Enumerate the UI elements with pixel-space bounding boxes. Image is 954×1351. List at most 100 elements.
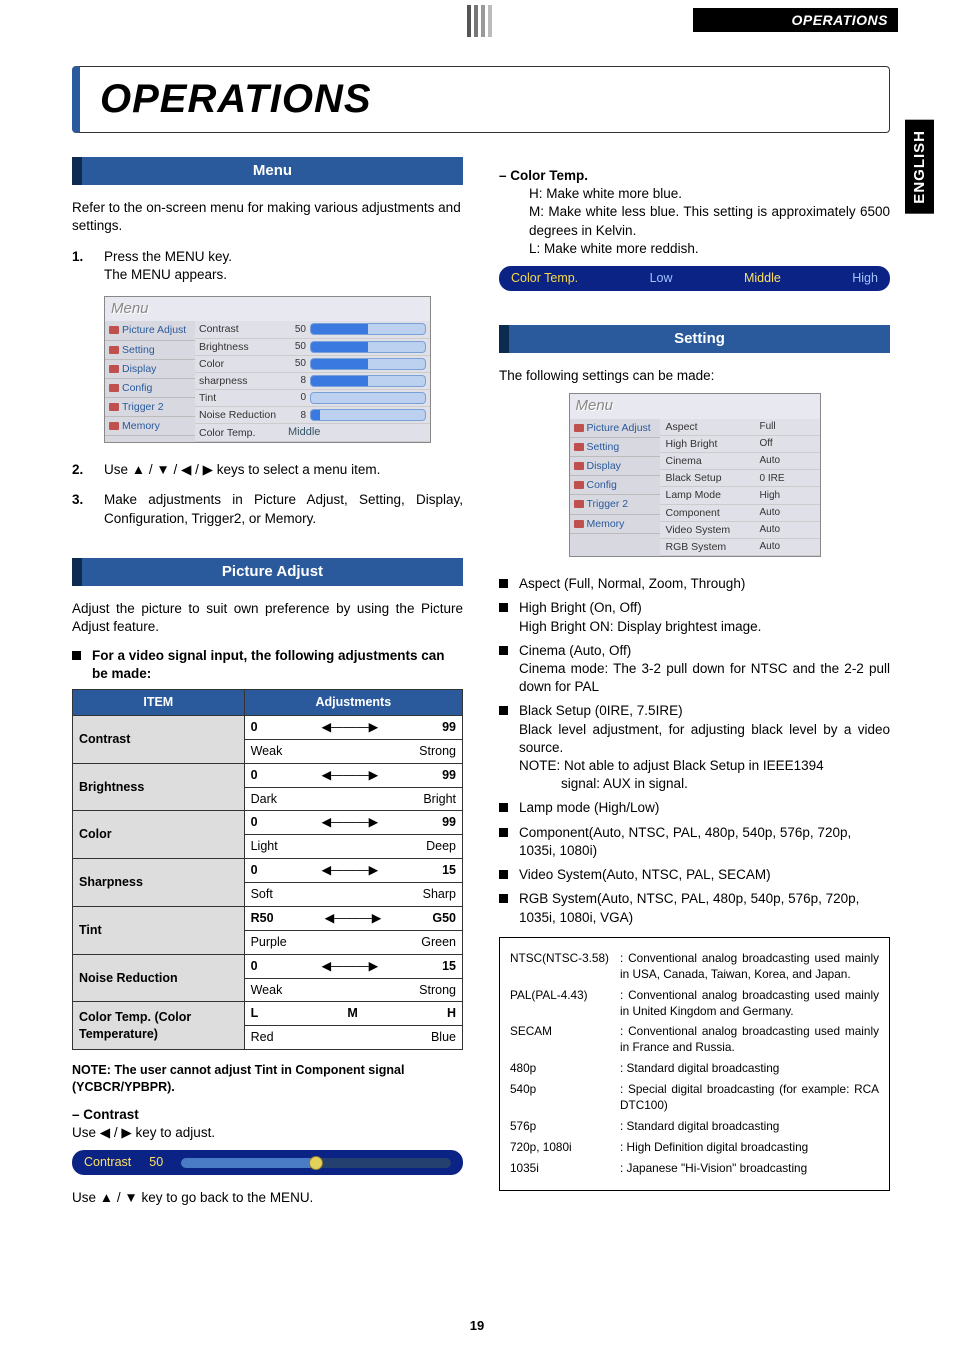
slider-bar: [310, 323, 426, 335]
step1a: Press the MENU key.: [104, 249, 232, 264]
doc-title-wrap: OPERATIONS: [72, 66, 890, 133]
bullet-high-bright: High Bright (On, Off) High Bright ON: Di…: [499, 599, 890, 635]
bullet-video: Video System(Auto, NTSC, PAL, SECAM): [499, 866, 890, 884]
osd-title: Menu: [105, 297, 430, 321]
standards-desc: : Japanese "Hi-Vision" broadcasting: [620, 1161, 879, 1177]
standards-key: SECAM: [510, 1024, 610, 1056]
adjustments-table: ITEM Adjustments Contrast0◀———▶99WeakStr…: [72, 689, 463, 1050]
back-to-menu: Use ▲ / ▼ key to go back to the MENU.: [72, 1189, 463, 1207]
standards-row: 480p: Standard digital broadcasting: [510, 1061, 879, 1077]
menu-icon: [109, 326, 119, 334]
adj-item-name: Tint: [73, 906, 245, 954]
step2: Use ▲ / ▼ / ◀ / ▶ keys to select a menu …: [104, 461, 380, 479]
menu-intro: Refer to the on-screen menu for making v…: [72, 199, 463, 235]
osd-item-label: Component: [666, 506, 756, 520]
menu-icon: [109, 346, 119, 354]
menu-icon: [109, 365, 119, 373]
osd-item-value: Auto: [760, 506, 810, 520]
osd-side-item: Trigger 2: [122, 400, 164, 414]
osd-item-label: High Bright: [666, 437, 756, 451]
osd-side-item: Display: [587, 459, 621, 473]
menu-icon: [109, 384, 119, 392]
osd-item-value: 0 IRE: [760, 472, 810, 486]
standards-box: NTSC(NTSC-3.58): Conventional analog bro…: [499, 937, 890, 1191]
menu-icon: [109, 422, 119, 430]
ct-low: Low: [650, 270, 673, 287]
header-bars-deco: [467, 5, 492, 37]
osd-item-value: Auto: [760, 523, 810, 537]
osd-side-item: Setting: [587, 440, 620, 454]
adj-item-name: Brightness: [73, 763, 245, 811]
osd-item-value: 8: [288, 374, 306, 388]
ct-m: M: Make white less blue. This setting is…: [529, 203, 890, 239]
standards-desc: : High Definition digital broadcasting: [620, 1140, 879, 1156]
right-column: – Color Temp. H: Make white more blue. M…: [499, 157, 890, 1207]
ct-high: High: [852, 270, 878, 287]
standards-desc: : Standard digital broadcasting: [620, 1061, 879, 1077]
osd-picture-adjust: Menu Picture Adjust Setting Display Conf…: [104, 296, 431, 443]
doc-title: OPERATIONS: [100, 77, 869, 122]
standards-key: 576p: [510, 1119, 610, 1135]
slider-bar: [310, 409, 426, 421]
pa-sub: For a video signal input, the following …: [72, 647, 463, 683]
osd-item-value: 50: [288, 357, 306, 371]
bullet-note: High Bright ON: Display brightest image.: [519, 619, 761, 634]
osd-item-value: Auto: [760, 540, 810, 554]
section-setting: Setting: [499, 325, 890, 353]
section-picture-adjust: Picture Adjust: [72, 558, 463, 586]
ct-h: H: Make white more blue.: [529, 185, 890, 203]
osd-item-value: 50: [288, 323, 306, 337]
osd-item-label: Lamp Mode: [666, 488, 756, 502]
adj-range: 0◀———▶99: [244, 811, 462, 835]
step3: Make adjustments in Picture Adjust, Sett…: [104, 491, 463, 527]
osd-item-value: Full: [760, 420, 810, 434]
adj-range: 0◀———▶15: [244, 954, 462, 978]
osd-setting-side: Picture Adjust Setting Display Config Tr…: [570, 419, 660, 556]
standards-desc: : Special digital broadcasting (for exam…: [620, 1082, 879, 1114]
contrast-osd-label: Contrast: [84, 1154, 131, 1171]
standards-desc: : Conventional analog broadcasting used …: [620, 1024, 879, 1056]
osd-item-value: 0: [288, 391, 306, 405]
osd-item-label: Black Setup: [666, 471, 756, 485]
bullet-note: NOTE: Not able to adjust Black Setup in …: [519, 758, 824, 773]
slider-knob-icon: [309, 1156, 323, 1170]
osd-item-value: High: [760, 489, 810, 503]
left-column: Menu Refer to the on-screen menu for mak…: [72, 157, 463, 1207]
bullet-rgb: RGB System(Auto, NTSC, PAL, 480p, 540p, …: [499, 890, 890, 926]
menu-icon: [574, 520, 584, 528]
step1-num: 1.: [72, 248, 94, 284]
contrast-use: Use ◀ / ▶ key to adjust.: [72, 1124, 463, 1142]
adj-range: 0◀———▶99: [244, 763, 462, 787]
pa-intro: Adjust the picture to suit own preferenc…: [72, 600, 463, 636]
bullet-note: Cinema mode: The 3-2 pull down for NTSC …: [519, 660, 890, 696]
standards-row: SECAM : Conventional analog broadcasting …: [510, 1024, 879, 1056]
slider-bar: [310, 341, 426, 353]
osd-item-label: Contrast: [199, 322, 284, 336]
menu-icon: [574, 481, 584, 489]
osd-side-item: Display: [122, 362, 156, 376]
ct-head: – Color Temp.: [499, 167, 890, 185]
contrast-osd-strip: Contrast 50: [72, 1150, 463, 1175]
ct-osd-strip: Color Temp. Low Middle High: [499, 266, 890, 291]
adj-range: R50◀———▶G50: [244, 906, 462, 930]
adj-item-name: Color Temp. (Color Temperature): [73, 1002, 245, 1050]
adj-hint: SoftSharp: [244, 883, 462, 907]
running-header: OPERATIONS: [693, 8, 898, 32]
osd-item-label: Color: [199, 357, 284, 371]
adj-item-name: Contrast: [73, 715, 245, 763]
menu-icon: [109, 403, 119, 411]
adj-hint: WeakStrong: [244, 739, 462, 763]
bullet-aspect: Aspect (Full, Normal, Zoom, Through): [499, 575, 890, 593]
osd-item-value: Off: [760, 437, 810, 451]
adj-hint: WeakStrong: [244, 978, 462, 1002]
standards-row: 720p, 1080i : High Definition digital bro…: [510, 1140, 879, 1156]
osd-item-label: Color Temp.: [199, 426, 284, 440]
standards-key: 720p, 1080i: [510, 1140, 610, 1156]
step3-num: 3.: [72, 491, 94, 527]
setting-intro: The following settings can be made:: [499, 367, 890, 385]
standards-desc: : Standard digital broadcasting: [620, 1119, 879, 1135]
adj-item-name: Noise Reduction: [73, 954, 245, 1002]
standards-row: 540p: Special digital broadcasting (for …: [510, 1082, 879, 1114]
bullet-black: Black Setup (0IRE, 7.5IRE) Black level a…: [499, 702, 890, 793]
standards-row: PAL(PAL-4.43): Conventional analog broad…: [510, 988, 879, 1020]
